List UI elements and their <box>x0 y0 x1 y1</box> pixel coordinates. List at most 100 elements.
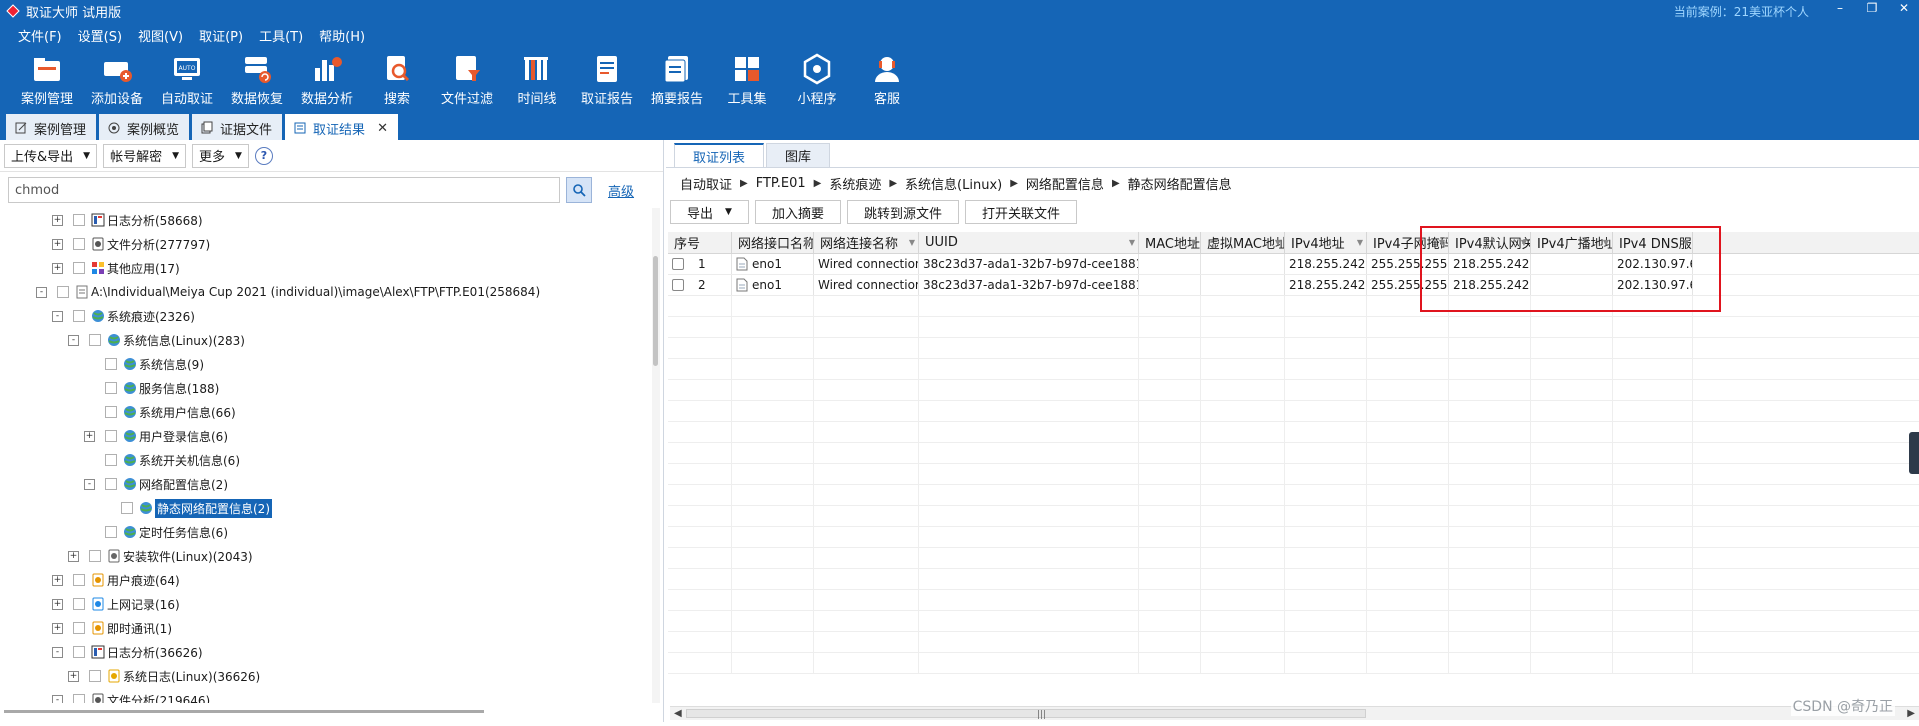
close-tab-icon[interactable]: ✕ <box>377 121 388 136</box>
tree-node[interactable]: - A:\Individual\Meiya Cup 2021 (individua… <box>0 280 650 304</box>
tree-node[interactable]: + 即时通讯(1) <box>0 616 650 640</box>
tree-node-checkbox[interactable] <box>105 382 117 394</box>
toolbar-mini-program-button[interactable]: 小程序 <box>782 48 852 110</box>
collapse-toggle-icon[interactable]: - <box>36 286 47 298</box>
jump-to-source-button[interactable]: 跳转到源文件 <box>846 200 959 224</box>
tree-vertical-scrollbar[interactable] <box>652 208 660 703</box>
account-decrypt-dropdown[interactable]: 帐号解密 ▼ <box>103 143 186 168</box>
tree-node[interactable]: - 文件分析(219646) <box>0 688 650 703</box>
restore-icon[interactable]: ❐ <box>1863 1 1881 15</box>
tree-node[interactable]: + 用户痕迹(64) <box>0 568 650 592</box>
toolbar-data-analysis-button[interactable]: 数据分析 <box>292 48 362 110</box>
add-summary-button[interactable]: 加入摘要 <box>754 200 841 224</box>
expand-toggle-icon[interactable]: + <box>52 574 63 586</box>
collapse-toggle-icon[interactable]: - <box>52 694 63 703</box>
menu-help[interactable]: 帮助(H) <box>311 26 373 45</box>
tree-node[interactable]: + 安装软件(Linux)(2043) <box>0 544 650 568</box>
toolbar-forensics-report-button[interactable]: 取证报告 <box>572 48 642 110</box>
column-header[interactable]: 网络接口名称 ▼ <box>732 232 814 253</box>
menu-forensics[interactable]: 取证(P) <box>191 26 251 45</box>
toolbar-add-device-button[interactable]: 添加设备 <box>82 48 152 110</box>
tree-node[interactable]: 系统开关机信息(6) <box>0 448 650 472</box>
export-dropdown-button[interactable]: 导出 ▼ <box>670 200 749 224</box>
tree-node[interactable]: - 系统信息(Linux)(283) <box>0 328 650 352</box>
row-checkbox[interactable] <box>672 279 684 291</box>
toolbar-data-recovery-button[interactable]: 数据恢复 <box>222 48 292 110</box>
minimize-icon[interactable]: – <box>1831 1 1849 15</box>
tree-node-checkbox[interactable] <box>105 430 117 442</box>
tree-node-checkbox[interactable] <box>73 622 85 634</box>
tree-node-checkbox[interactable] <box>89 334 101 346</box>
side-panel-handle[interactable] <box>1909 432 1919 474</box>
menu-tools[interactable]: 工具(T) <box>251 26 311 45</box>
toolbar-search-button[interactable]: 搜索 <box>362 48 432 110</box>
tree-node-checkbox[interactable] <box>105 526 117 538</box>
expand-toggle-icon[interactable]: + <box>52 262 63 274</box>
table-row[interactable]: 1eno1Wired connection 138c23d37-ada1-32b… <box>668 254 1919 275</box>
filter-icon[interactable]: ▼ <box>1275 238 1281 247</box>
filter-icon[interactable]: ▼ <box>1129 238 1135 247</box>
tree-node-checkbox[interactable] <box>89 670 101 682</box>
toolbar-auto-forensics-button[interactable]: AUTO 自动取证 <box>152 48 222 110</box>
tree-node-checkbox[interactable] <box>73 262 85 274</box>
grid-horizontal-scrollbar[interactable]: ◀ ||| ▶ <box>670 706 1919 720</box>
toolbar-summary-report-button[interactable]: 摘要报告 <box>642 48 712 110</box>
tree-node[interactable]: 系统信息(9) <box>0 352 650 376</box>
table-row[interactable]: 2eno1Wired connection 138c23d37-ada1-32b… <box>668 275 1919 296</box>
help-icon[interactable]: ? <box>254 146 273 165</box>
tree-node-checkbox[interactable] <box>73 694 85 703</box>
tree-node[interactable]: + 上网记录(16) <box>0 592 650 616</box>
tree-node[interactable]: + 文件分析(277797) <box>0 232 650 256</box>
tree-node[interactable]: + 其他应用(17) <box>0 256 650 280</box>
breadcrumb-item[interactable]: 网络配置信息 <box>1026 174 1104 193</box>
tree-node-checkbox[interactable] <box>121 502 133 514</box>
tree-node[interactable]: 系统用户信息(66) <box>0 400 650 424</box>
scroll-left-icon[interactable]: ◀ <box>674 708 682 719</box>
tree-node[interactable]: - 网络配置信息(2) <box>0 472 650 496</box>
tab-case-management[interactable]: 案例管理 <box>6 114 97 140</box>
column-header[interactable]: UUID ▼ <box>919 232 1139 253</box>
tree-node-checkbox[interactable] <box>57 286 69 298</box>
expand-toggle-icon[interactable]: + <box>52 598 63 610</box>
tree-horizontal-scrollbar[interactable] <box>4 708 652 716</box>
menu-view[interactable]: 视图(V) <box>130 26 191 45</box>
tree-search-input[interactable] <box>8 177 560 203</box>
more-dropdown[interactable]: 更多 ▼ <box>192 143 249 168</box>
toolbar-toolset-button[interactable]: 工具集 <box>712 48 782 110</box>
collapse-toggle-icon[interactable]: - <box>84 478 95 490</box>
collapse-toggle-icon[interactable]: - <box>52 310 63 322</box>
expand-toggle-icon[interactable]: + <box>52 238 63 250</box>
tree-node-checkbox[interactable] <box>105 406 117 418</box>
toolbar-customer-service-button[interactable]: 客服 <box>852 48 922 110</box>
toolbar-file-filter-button[interactable]: 文件过滤 <box>432 48 502 110</box>
advanced-search-link[interactable]: 高级 <box>608 181 634 200</box>
tab-forensics-list[interactable]: 取证列表 <box>674 143 765 167</box>
tree-node-checkbox[interactable] <box>89 550 101 562</box>
column-header[interactable]: 虚拟MAC地址 ▼ <box>1201 232 1285 253</box>
column-header[interactable]: IPv4地址 ▼ <box>1285 232 1367 253</box>
filter-icon[interactable]: ▼ <box>1191 238 1197 247</box>
scroll-right-icon[interactable]: ▶ <box>1907 708 1915 719</box>
scroll-thumb[interactable] <box>4 710 484 713</box>
breadcrumb-item[interactable]: 自动取证 <box>680 174 732 193</box>
tree-node-checkbox[interactable] <box>105 478 117 490</box>
column-header[interactable]: MAC地址 ▼ <box>1139 232 1201 253</box>
tree-node[interactable]: 静态网络配置信息(2) <box>0 496 650 520</box>
row-checkbox[interactable] <box>672 258 684 270</box>
tree-node-checkbox[interactable] <box>105 358 117 370</box>
breadcrumb-item[interactable]: 静态网络配置信息 <box>1128 174 1232 193</box>
tab-forensics-results[interactable]: 取证结果 ✕ <box>285 114 398 140</box>
expand-toggle-icon[interactable]: + <box>52 214 63 226</box>
collapse-toggle-icon[interactable]: - <box>68 334 79 346</box>
search-button[interactable] <box>566 177 592 203</box>
expand-toggle-icon[interactable]: + <box>52 622 63 634</box>
expand-toggle-icon[interactable]: + <box>84 430 95 442</box>
column-header[interactable]: 网络连接名称 ▼ <box>814 232 919 253</box>
column-header[interactable]: 序号 <box>668 232 732 253</box>
filter-icon[interactable]: ▼ <box>804 238 810 247</box>
tab-gallery[interactable]: 图库 <box>766 143 831 167</box>
tab-case-overview[interactable]: 案例概览 <box>99 114 190 140</box>
toolbar-timeline-button[interactable]: 时间线 <box>502 48 572 110</box>
breadcrumb-item[interactable]: 系统痕迹 <box>829 174 881 193</box>
collapse-toggle-icon[interactable]: - <box>52 646 63 658</box>
